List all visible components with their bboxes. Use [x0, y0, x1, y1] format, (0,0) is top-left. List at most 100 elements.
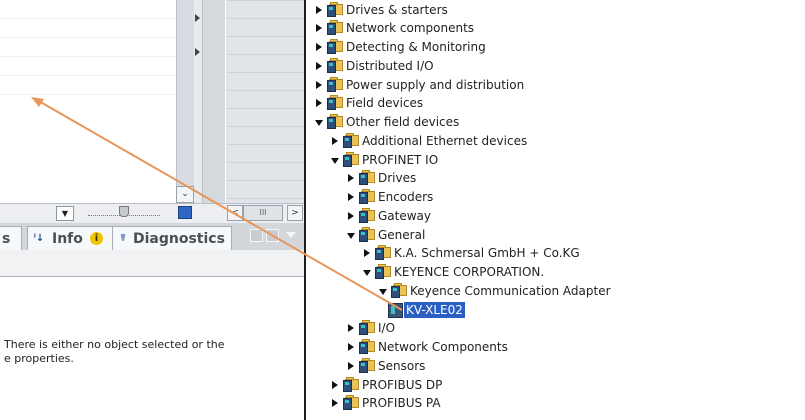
- expand-toggle-icon[interactable]: [332, 399, 338, 408]
- tree-item[interactable]: K.A. Schmersal GmbH + Co.KG: [363, 244, 796, 262]
- tree-item[interactable]: Gateway: [347, 207, 796, 225]
- tree-item[interactable]: Sensors: [347, 357, 796, 375]
- tree-item[interactable]: Power supply and distribution: [315, 76, 796, 94]
- expand-toggle-icon[interactable]: [316, 99, 322, 108]
- tree-item-label: Field devices: [346, 96, 424, 111]
- tree-item[interactable]: PROFINET IO: [331, 151, 796, 169]
- expand-toggle-icon[interactable]: [348, 193, 354, 201]
- expand-toggle-icon[interactable]: [348, 324, 354, 333]
- zoom-dropdown[interactable]: ▼: [56, 206, 74, 221]
- tab-info[interactable]: ⁱ↓ Info i: [27, 226, 113, 251]
- expand-toggle-icon[interactable]: [316, 43, 322, 51]
- tree-item-label: KEYENCE CORPORATION.: [394, 265, 545, 279]
- expand-toggle-icon[interactable]: [348, 174, 354, 183]
- tree-item[interactable]: Keyence Communication Adapter: [379, 282, 796, 300]
- tab-label: Diagnostics: [133, 231, 225, 247]
- tree-item[interactable]: Other field devices: [315, 113, 796, 131]
- tree-item[interactable]: Distributed I/O: [315, 57, 796, 75]
- expand-toggle-icon[interactable]: [316, 80, 322, 89]
- folder-device-icon: [359, 339, 375, 354]
- folder-device-icon: [375, 264, 391, 279]
- expand-toggle-icon[interactable]: [364, 249, 370, 258]
- horizontal-scrollbar[interactable]: III: [243, 205, 283, 221]
- tree-item[interactable]: Network components: [315, 19, 796, 37]
- tree-item-label: Drives & starters: [346, 2, 448, 17]
- collapse-toggle-icon[interactable]: [347, 232, 355, 239]
- overview-panel: [203, 0, 225, 203]
- tree-item-label: K.A. Schmersal GmbH + Co.KG: [394, 246, 580, 261]
- tree-item[interactable]: Field devices: [315, 94, 796, 112]
- hardware-catalog-tree: Drives & starters Network components Detec…: [306, 0, 805, 420]
- collapse-strip[interactable]: [194, 0, 203, 203]
- folder-device-icon: [327, 95, 343, 111]
- info-badge-icon: i: [90, 232, 103, 245]
- folder-device-icon: [343, 132, 359, 148]
- tab-label: Info: [52, 231, 83, 247]
- tree-item-label: Drives: [378, 171, 417, 186]
- expand-toggle-icon[interactable]: [348, 361, 354, 370]
- info-tab-icon: ⁱ↓: [33, 233, 45, 244]
- vertical-scrollbar[interactable]: [176, 0, 195, 203]
- fit-view-icon[interactable]: [178, 206, 192, 219]
- folder-device-icon: [327, 1, 343, 17]
- grid-line: [0, 56, 178, 57]
- tab-properties[interactable]: s: [0, 226, 22, 251]
- tree-item[interactable]: General: [347, 226, 796, 244]
- tree-item[interactable]: KEYENCE CORPORATION.: [363, 263, 796, 281]
- tree-item-label: Keyence Communication Adapter: [410, 283, 611, 298]
- tab-label: s: [2, 231, 11, 247]
- folder-device-icon: [359, 226, 375, 242]
- expand-arrow-icon[interactable]: [195, 48, 200, 56]
- grid-line: [0, 18, 178, 19]
- folder-device-icon: [327, 114, 343, 129]
- restore-icon[interactable]: [250, 229, 263, 242]
- tree-item-label: Encoders: [378, 190, 434, 204]
- scroll-right-button[interactable]: >: [287, 205, 303, 221]
- folder-device-icon: [327, 57, 343, 73]
- tree-item[interactable]: PROFIBUS PA: [331, 394, 796, 412]
- tree-item-label: General: [378, 227, 426, 242]
- collapse-toggle-icon[interactable]: [379, 288, 387, 295]
- folder-device-icon: [343, 151, 359, 167]
- collapse-arrow-icon[interactable]: [195, 14, 200, 22]
- expand-toggle-icon[interactable]: [316, 24, 322, 33]
- grid-line: [0, 37, 178, 38]
- scroll-left-button[interactable]: <: [227, 205, 243, 221]
- folder-device-icon: [359, 320, 375, 336]
- folder-device-icon: [327, 20, 343, 36]
- tree-item-label: I/O: [378, 321, 396, 336]
- collapse-toggle-icon[interactable]: [363, 270, 371, 276]
- tree-item[interactable]: KV-XLE02: [388, 300, 796, 319]
- expand-toggle-icon[interactable]: [316, 61, 322, 70]
- expand-toggle-icon[interactable]: [348, 343, 354, 351]
- tab-diagnostics[interactable]: ☤ Diagnostics: [112, 226, 232, 251]
- tree-item[interactable]: Drives: [347, 169, 796, 187]
- expand-toggle-icon[interactable]: [316, 5, 322, 14]
- inspector-subbar: [0, 250, 305, 277]
- grid-line: [0, 94, 178, 95]
- collapse-toggle-icon[interactable]: [315, 120, 323, 126]
- expand-toggle-icon[interactable]: [332, 136, 338, 145]
- scroll-down-button[interactable]: ⌄: [176, 186, 194, 203]
- maximize-icon[interactable]: [266, 229, 279, 242]
- tree-item[interactable]: Encoders: [347, 188, 796, 206]
- tree-item[interactable]: Network Components: [347, 338, 796, 356]
- tree-item[interactable]: PROFIBUS DP: [331, 376, 796, 394]
- tree-item-label: Detecting & Monitoring: [346, 40, 486, 54]
- expand-toggle-icon[interactable]: [332, 380, 338, 389]
- tree-item-label: Additional Ethernet devices: [362, 133, 528, 148]
- expand-toggle-icon[interactable]: [348, 211, 354, 220]
- folder-device-icon: [375, 245, 391, 261]
- tree-item[interactable]: Detecting & Monitoring: [315, 38, 796, 56]
- tree-item-label: Power supply and distribution: [346, 77, 525, 92]
- panel-menu-icon[interactable]: [286, 232, 296, 238]
- folder-device-icon: [359, 170, 375, 186]
- collapse-toggle-icon[interactable]: [331, 157, 339, 164]
- tree-item[interactable]: Additional Ethernet devices: [331, 132, 796, 150]
- tree-item[interactable]: I/O: [347, 319, 796, 337]
- device-view-canvas[interactable]: [0, 0, 178, 203]
- tree-item-label: Distributed I/O: [346, 58, 434, 73]
- tree-item-label-selected: KV-XLE02: [403, 300, 466, 319]
- tree-item[interactable]: Drives & starters: [315, 1, 796, 19]
- zoom-slider-handle[interactable]: [119, 206, 129, 217]
